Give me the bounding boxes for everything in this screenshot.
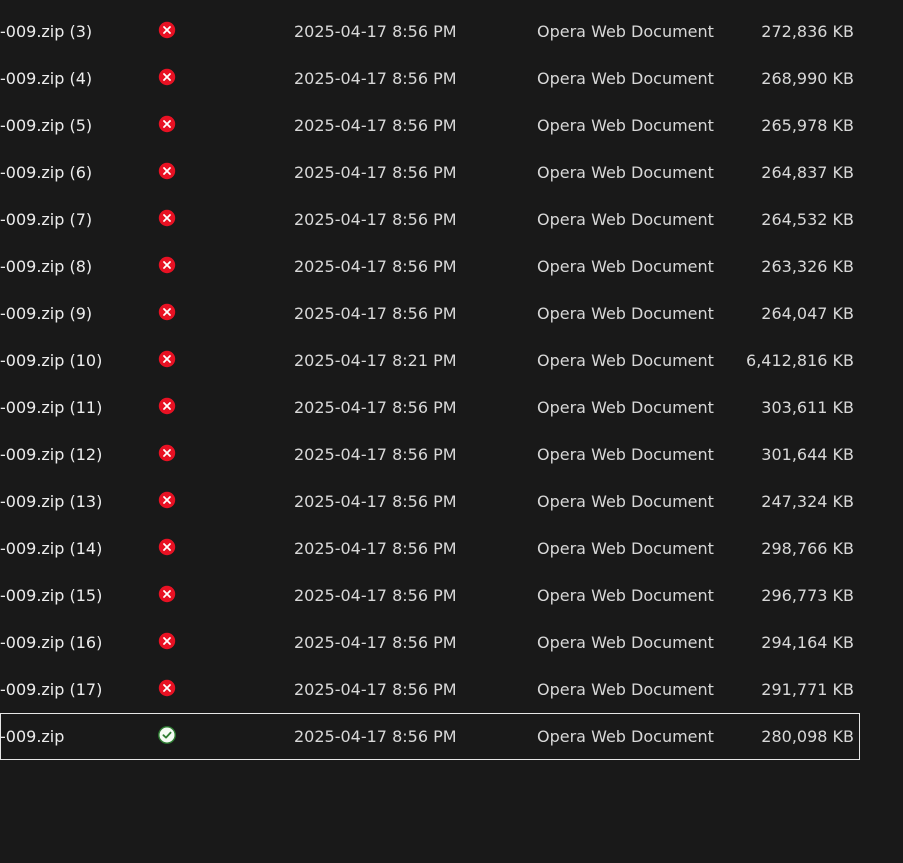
file-type: Opera Web Document <box>537 586 714 605</box>
error-x-icon <box>158 491 178 511</box>
file-date-modified: 2025-04-17 8:56 PM <box>294 727 457 746</box>
file-row[interactable]: -009.zip (13) 2025-04-17 8:56 PM Opera W… <box>0 478 860 525</box>
file-date-modified: 2025-04-17 8:56 PM <box>294 163 457 182</box>
file-type: Opera Web Document <box>537 539 714 558</box>
file-size: 247,324 KB <box>761 492 854 511</box>
file-name: -009.zip (14) <box>0 539 103 558</box>
file-size: 264,837 KB <box>761 163 854 182</box>
file-type: Opera Web Document <box>537 116 714 135</box>
sync-check-icon <box>158 726 178 746</box>
file-name: -009.zip (17) <box>0 680 103 699</box>
error-x-icon <box>158 21 178 41</box>
file-size: 265,978 KB <box>761 116 854 135</box>
file-size: 298,766 KB <box>761 539 854 558</box>
file-name: -009.zip (7) <box>0 210 93 229</box>
file-name: -009.zip (9) <box>0 304 93 323</box>
file-type: Opera Web Document <box>537 351 714 370</box>
file-type: Opera Web Document <box>537 22 714 41</box>
file-type: Opera Web Document <box>537 680 714 699</box>
file-name: -009.zip (8) <box>0 257 93 276</box>
file-date-modified: 2025-04-17 8:56 PM <box>294 210 457 229</box>
file-date-modified: 2025-04-17 8:56 PM <box>294 69 457 88</box>
file-date-modified: 2025-04-17 8:56 PM <box>294 492 457 511</box>
file-name: -009.zip (5) <box>0 116 93 135</box>
file-size: 296,773 KB <box>761 586 854 605</box>
file-type: Opera Web Document <box>537 163 714 182</box>
file-date-modified: 2025-04-17 8:56 PM <box>294 445 457 464</box>
file-name: -009.zip (4) <box>0 69 93 88</box>
file-name: -009.zip (16) <box>0 633 103 652</box>
file-row[interactable]: -009.zip (8) 2025-04-17 8:56 PM Opera We… <box>0 243 860 290</box>
file-date-modified: 2025-04-17 8:21 PM <box>294 351 457 370</box>
file-name: -009.zip (10) <box>0 351 103 370</box>
file-size: 291,771 KB <box>761 680 854 699</box>
file-date-modified: 2025-04-17 8:56 PM <box>294 680 457 699</box>
file-row[interactable]: -009.zip (9) 2025-04-17 8:56 PM Opera We… <box>0 290 860 337</box>
file-date-modified: 2025-04-17 8:56 PM <box>294 22 457 41</box>
error-x-icon <box>158 68 178 88</box>
error-x-icon <box>158 256 178 276</box>
error-x-icon <box>158 115 178 135</box>
file-name: -009.zip (11) <box>0 398 103 417</box>
file-date-modified: 2025-04-17 8:56 PM <box>294 398 457 417</box>
error-x-icon <box>158 679 178 699</box>
error-x-icon <box>158 303 178 323</box>
error-x-icon <box>158 444 178 464</box>
error-x-icon <box>158 538 178 558</box>
file-date-modified: 2025-04-17 8:56 PM <box>294 257 457 276</box>
file-size: 264,047 KB <box>761 304 854 323</box>
file-type: Opera Web Document <box>537 257 714 276</box>
file-row[interactable]: -009.zip (6) 2025-04-17 8:56 PM Opera We… <box>0 149 860 196</box>
file-list: -009.zip (3) 2025-04-17 8:56 PM Opera We… <box>0 8 860 760</box>
file-size: 268,990 KB <box>761 69 854 88</box>
file-type: Opera Web Document <box>537 304 714 323</box>
file-size: 272,836 KB <box>761 22 854 41</box>
file-size: 303,611 KB <box>761 398 854 417</box>
file-type: Opera Web Document <box>537 69 714 88</box>
file-date-modified: 2025-04-17 8:56 PM <box>294 539 457 558</box>
file-date-modified: 2025-04-17 8:56 PM <box>294 633 457 652</box>
file-row[interactable]: -009.zip (4) 2025-04-17 8:56 PM Opera We… <box>0 55 860 102</box>
error-x-icon <box>158 632 178 652</box>
error-x-icon <box>158 162 178 182</box>
file-row[interactable]: -009.zip (14) 2025-04-17 8:56 PM Opera W… <box>0 525 860 572</box>
file-row[interactable]: -009.zip (5) 2025-04-17 8:56 PM Opera We… <box>0 102 860 149</box>
file-size: 280,098 KB <box>761 727 854 746</box>
file-name: -009.zip <box>0 727 65 746</box>
file-size: 264,532 KB <box>761 210 854 229</box>
file-row[interactable]: -009.zip (12) 2025-04-17 8:56 PM Opera W… <box>0 431 860 478</box>
error-x-icon <box>158 209 178 229</box>
file-type: Opera Web Document <box>537 727 714 746</box>
file-row[interactable]: -009.zip 2025-04-17 8:56 PM Opera Web Do… <box>0 713 860 760</box>
file-row[interactable]: -009.zip (11) 2025-04-17 8:56 PM Opera W… <box>0 384 860 431</box>
file-size: 301,644 KB <box>761 445 854 464</box>
file-date-modified: 2025-04-17 8:56 PM <box>294 586 457 605</box>
file-name: -009.zip (13) <box>0 492 103 511</box>
file-name: -009.zip (15) <box>0 586 103 605</box>
file-date-modified: 2025-04-17 8:56 PM <box>294 304 457 323</box>
file-type: Opera Web Document <box>537 492 714 511</box>
file-date-modified: 2025-04-17 8:56 PM <box>294 116 457 135</box>
file-row[interactable]: -009.zip (17) 2025-04-17 8:56 PM Opera W… <box>0 666 860 713</box>
error-x-icon <box>158 585 178 605</box>
file-size: 294,164 KB <box>761 633 854 652</box>
file-size: 6,412,816 KB <box>746 351 854 370</box>
file-type: Opera Web Document <box>537 633 714 652</box>
file-type: Opera Web Document <box>537 398 714 417</box>
file-type: Opera Web Document <box>537 445 714 464</box>
file-size: 263,326 KB <box>761 257 854 276</box>
file-row[interactable]: -009.zip (10) 2025-04-17 8:21 PM Opera W… <box>0 337 860 384</box>
file-name: -009.zip (3) <box>0 22 93 41</box>
file-row[interactable]: -009.zip (3) 2025-04-17 8:56 PM Opera We… <box>0 8 860 55</box>
file-row[interactable]: -009.zip (15) 2025-04-17 8:56 PM Opera W… <box>0 572 860 619</box>
file-row[interactable]: -009.zip (7) 2025-04-17 8:56 PM Opera We… <box>0 196 860 243</box>
error-x-icon <box>158 397 178 417</box>
file-row[interactable]: -009.zip (16) 2025-04-17 8:56 PM Opera W… <box>0 619 860 666</box>
file-type: Opera Web Document <box>537 210 714 229</box>
error-x-icon <box>158 350 178 370</box>
file-name: -009.zip (6) <box>0 163 93 182</box>
file-name: -009.zip (12) <box>0 445 103 464</box>
